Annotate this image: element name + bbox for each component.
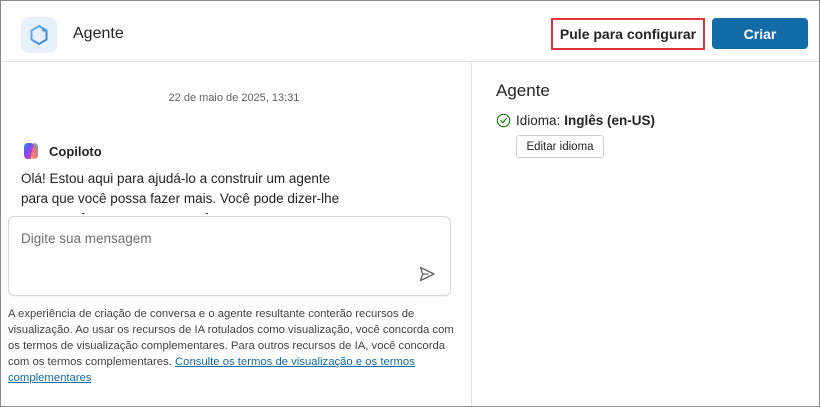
assistant-message: Olá! Estou aqui para ajudá-lo a construi… [21,171,340,214]
copilot-icon [24,143,38,159]
details-title: Agente [496,81,550,100]
pane-divider [471,63,472,406]
message-sender: Copiloto [22,142,102,160]
skip-to-configure-button[interactable]: Pule para configurar [551,18,705,50]
sender-name: Copiloto [49,143,102,159]
edit-language-button[interactable]: Editar idioma [516,135,604,158]
header: Agente Pule para configurar Criar [1,1,819,62]
send-button[interactable] [416,263,438,285]
language-value: Inglês (en-US) [564,113,656,128]
chat-pane: 22 de maio de 2025, 13:31 Copiloto Olá! … [1,63,471,406]
send-icon [419,266,435,282]
check-circle-icon [496,113,511,128]
agent-logo-icon [21,17,57,53]
message-input[interactable] [21,231,401,246]
language-row: Idioma: Inglês (en-US) [496,113,655,128]
language-label: Idioma: [516,113,561,128]
preview-disclaimer: A experiência de criação de conversa e o… [8,306,458,386]
create-button[interactable]: Criar [712,18,808,49]
page-title: Agente [73,25,124,42]
message-composer [8,216,451,296]
chat-timestamp: 22 de maio de 2025, 13:31 [168,92,300,104]
